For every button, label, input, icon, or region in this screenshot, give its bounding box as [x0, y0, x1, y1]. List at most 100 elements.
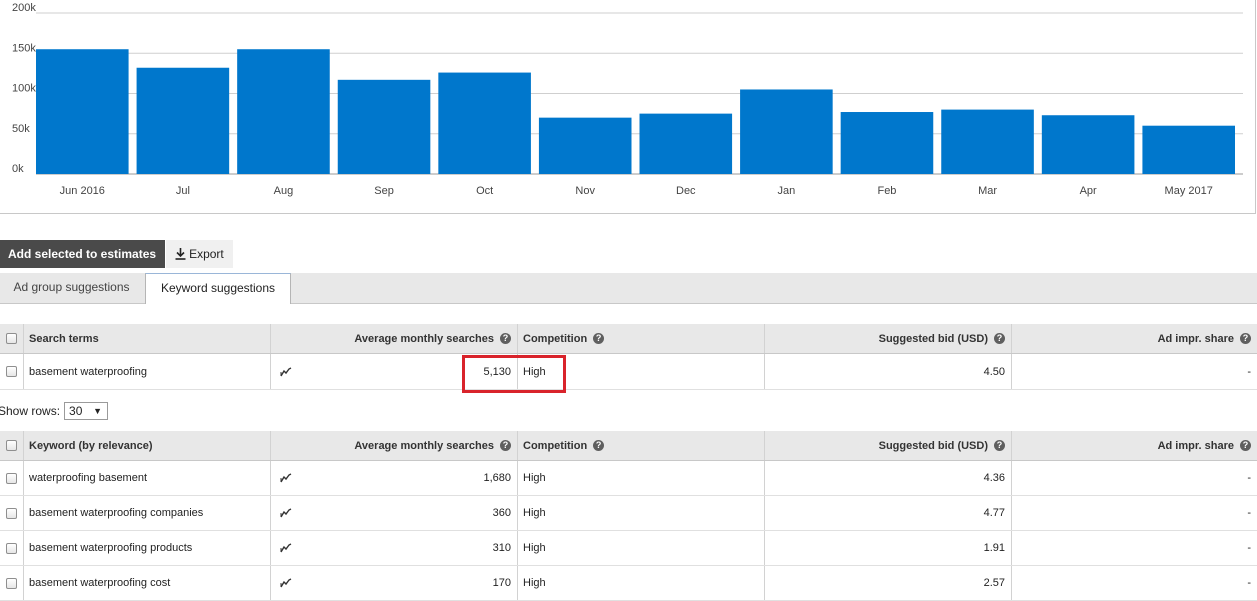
bar[interactable] [740, 89, 833, 174]
show-rows-label: Show rows: [0, 404, 61, 418]
x-tick-label: Jan [778, 185, 796, 197]
bar[interactable] [438, 72, 531, 174]
header-avg-label: Average monthly searches [354, 439, 494, 452]
avg-searches-cell: 5,130 [483, 365, 511, 378]
header-ad-impr-share[interactable]: Ad impr. share ? [1011, 431, 1257, 460]
bar[interactable] [538, 117, 632, 174]
keyword-header-row: Keyword (by relevance) Average monthly s… [0, 431, 1257, 461]
keyword-cell: basement waterproofing companies [23, 496, 270, 530]
ad-impr-share-cell: - [1011, 354, 1257, 389]
x-tick-label: Mar [978, 185, 997, 197]
caret-down-icon: ▼ [93, 406, 103, 416]
ad-impr-share-cell: - [1011, 461, 1257, 495]
suggested-bid-cell: 4.50 [764, 354, 1011, 389]
row-select-cell [0, 531, 23, 565]
bar[interactable] [337, 79, 431, 174]
action-toolbar: Add selected to estimates Export [0, 240, 233, 268]
trend-chart-icon[interactable] [270, 354, 300, 389]
row-checkbox[interactable] [6, 472, 17, 484]
help-icon[interactable]: ? [500, 440, 511, 451]
select-all-checkbox[interactable] [6, 440, 17, 451]
avg-searches-cell: 1,680 [483, 472, 511, 484]
row-checkbox[interactable] [6, 507, 17, 519]
row-checkbox[interactable] [6, 542, 17, 554]
tab-ad-group-suggestions[interactable]: Ad group suggestions [0, 273, 143, 304]
chart-canvas: 0k 50k 100k 150k 200k Jun 2016 Jul Aug Sep Oct Nov… [12, 2, 1243, 197]
bar[interactable] [136, 67, 230, 174]
x-tick-label: Oct [476, 185, 493, 197]
competition-cell: High [517, 461, 764, 495]
header-bid-label: Suggested bid (USD) [878, 439, 988, 452]
suggested-bid-cell: 2.57 [764, 566, 1011, 600]
select-all-cell [0, 431, 23, 460]
bar[interactable] [639, 113, 733, 174]
header-suggested-bid[interactable]: Suggested bid (USD) ? [764, 324, 1011, 353]
header-ad-impr-share[interactable]: Ad impr. share ? [1011, 324, 1257, 353]
x-tick-label: Jul [176, 185, 190, 197]
x-tick-label: Sep [374, 185, 394, 197]
row-select-cell [0, 566, 23, 600]
competition-cell: High [517, 566, 764, 600]
help-icon[interactable]: ? [1240, 333, 1251, 344]
search-term-cell: basement waterproofing [23, 354, 270, 389]
header-competition[interactable]: Competition ? [517, 431, 764, 460]
trend-chart-icon[interactable] [270, 531, 300, 565]
table-row: basement waterproofing products 310 High 1.… [0, 531, 1257, 566]
trend-chart-icon[interactable] [270, 461, 300, 495]
row-checkbox[interactable] [6, 366, 17, 377]
bar[interactable] [840, 112, 934, 174]
show-rows-select[interactable]: 30 ▼ [64, 402, 109, 420]
search-volume-chart: 0k 50k 100k 150k 200k Jun 2016 Jul Aug Sep Oct Nov… [0, 0, 1256, 214]
help-icon[interactable]: ? [994, 333, 1005, 344]
x-tick-label: May 2017 [1165, 185, 1213, 197]
trend-chart-icon[interactable] [270, 496, 300, 530]
header-search-terms[interactable]: Search terms [23, 324, 270, 353]
row-select-cell [0, 496, 23, 530]
help-icon[interactable]: ? [593, 440, 605, 451]
header-share-label: Ad impr. share [1157, 439, 1234, 452]
header-suggested-bid[interactable]: Suggested bid (USD) ? [764, 431, 1011, 460]
header-avg-monthly-searches[interactable]: Average monthly searches ? [270, 431, 517, 460]
search-terms-header-row: Search terms Average monthly searches ? … [0, 324, 1257, 354]
header-avg-monthly-searches[interactable]: Average monthly searches ? [270, 324, 517, 353]
trend-chart-icon[interactable] [270, 566, 300, 600]
help-icon[interactable]: ? [994, 440, 1005, 451]
help-icon[interactable]: ? [1240, 440, 1251, 451]
header-competition-label: Competition [523, 439, 588, 452]
bar[interactable] [941, 109, 1034, 174]
x-tick-label: Feb [877, 185, 896, 197]
x-tick-label: Aug [274, 185, 294, 197]
avg-searches-cell: 170 [492, 577, 511, 589]
download-icon [175, 248, 186, 260]
bar[interactable] [1041, 115, 1135, 174]
keyword-cell: basement waterproofing products [23, 531, 270, 565]
bar[interactable] [237, 49, 330, 174]
tab-keyword-suggestions[interactable]: Keyword suggestions [145, 273, 291, 304]
suggestion-tabs: Ad group suggestions Keyword suggestions [0, 273, 1257, 304]
x-tick-label: Jun 2016 [60, 185, 105, 197]
y-tick-label: 50k [12, 123, 30, 135]
help-icon[interactable]: ? [593, 333, 605, 344]
bar[interactable] [36, 49, 129, 174]
header-keyword-by-relevance[interactable]: Keyword (by relevance) [23, 431, 270, 460]
header-competition-label: Competition [523, 332, 588, 345]
show-rows-control: Show rows: 30 ▼ [0, 401, 109, 421]
select-all-checkbox[interactable] [6, 333, 17, 344]
export-label: Export [189, 247, 224, 261]
header-bid-label: Suggested bid (USD) [878, 332, 988, 345]
row-checkbox[interactable] [6, 577, 17, 589]
x-tick-label: Nov [575, 185, 595, 197]
y-tick-label: 0k [12, 163, 24, 175]
ad-impr-share-cell: - [1011, 566, 1257, 600]
table-row: basement waterproofing companies 360 High 4… [0, 496, 1257, 531]
table-row: basement waterproofing cost 170 High 2.57- [0, 566, 1257, 601]
show-rows-value: 30 [69, 404, 83, 418]
competition-cell: High [517, 496, 764, 530]
x-tick-label: Dec [676, 185, 696, 197]
bar[interactable] [1142, 125, 1235, 174]
ad-impr-share-cell: - [1011, 496, 1257, 530]
export-button[interactable]: Export [166, 240, 233, 268]
help-icon[interactable]: ? [500, 333, 511, 344]
add-selected-to-estimates-button[interactable]: Add selected to estimates [0, 240, 166, 268]
header-competition[interactable]: Competition ? [517, 324, 764, 353]
